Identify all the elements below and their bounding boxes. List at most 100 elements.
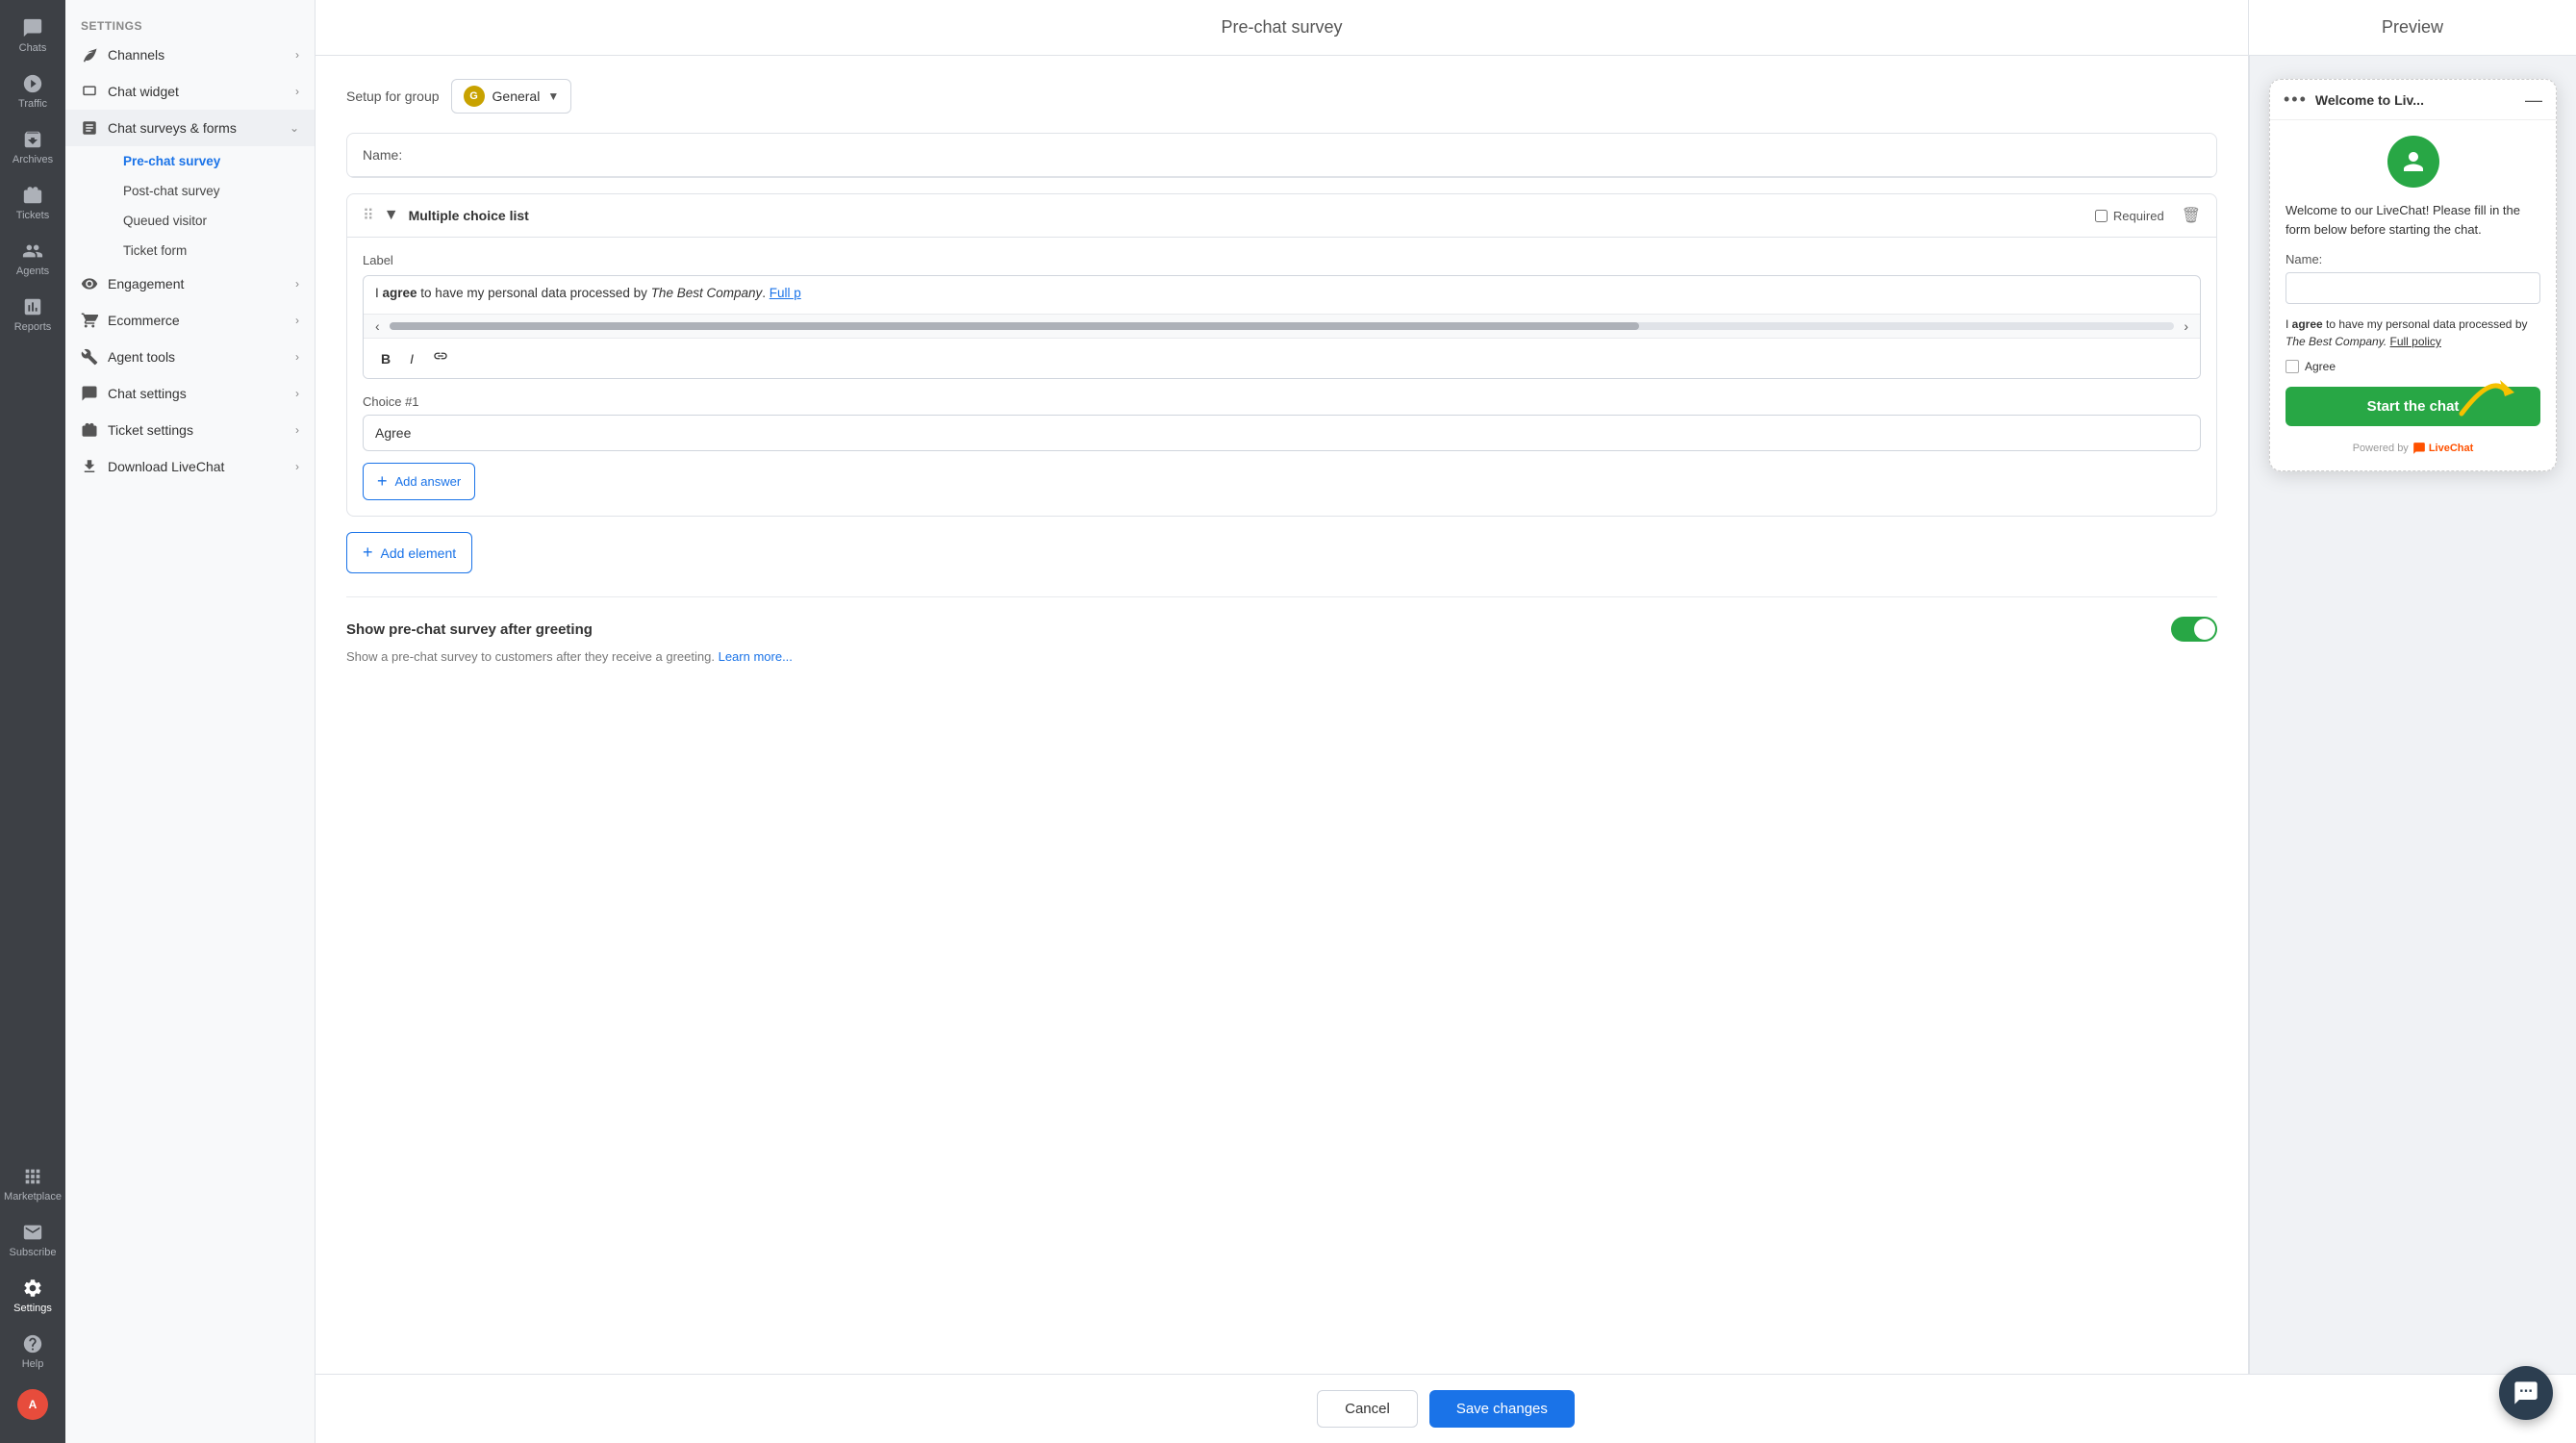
sidebar-item-subscribe[interactable]: Subscribe [0,1212,65,1268]
scroll-thumb [390,322,1639,330]
add-answer-button[interactable]: + Add answer [363,463,475,500]
link-button[interactable] [427,346,454,370]
chat-settings-label: Chat settings [108,386,187,401]
delete-icon[interactable]: 🗑 [2182,206,2201,225]
group-name: General [492,89,541,104]
mc-card-header: ⠿ ▼ Multiple choice list Required 🗑 [347,194,2216,238]
widget-title: Welcome to Liv... [2315,92,2517,108]
toggle-desc-text: Show a pre-chat survey to customers afte… [346,649,715,664]
cancel-button[interactable]: Cancel [1317,1390,1418,1428]
collapse-icon[interactable]: ▼ [384,207,399,224]
full-policy-link[interactable]: Full p [770,286,801,300]
chat-widget-preview: ••• Welcome to Liv... — Welcome to our L… [2269,79,2557,471]
fab-button[interactable] [2499,1366,2553,1420]
livechat-logo: LiveChat [2412,442,2473,455]
name-field: Name: [347,134,2216,177]
user-avatar[interactable]: A [0,1380,65,1435]
scroll-right-icon[interactable]: › [2180,318,2192,334]
survey-toggle-description: Show a pre-chat survey to customers afte… [346,649,2217,664]
content-area: Setup for group G General ▼ Name: ⠿ ▼ Mu… [316,56,2576,1374]
nav-label-help: Help [22,1358,44,1370]
add-element-button[interactable]: + Add element [346,532,472,573]
nav-label-subscribe: Subscribe [10,1247,57,1258]
avatar-circle [2387,136,2439,188]
powered-by-text: Powered by [2353,443,2409,454]
sidebar-item-settings[interactable]: Settings [0,1268,65,1324]
download-chevron: › [295,460,299,473]
chat-settings-chevron: › [295,387,299,400]
required-checkbox[interactable] [2095,210,2108,222]
learn-more-link[interactable]: Learn more... [719,649,793,664]
widget-name-input[interactable] [2286,272,2540,304]
editor-toolbar: B I [364,339,2200,378]
submenu-post-chat[interactable]: Post-chat survey [108,176,315,206]
preview-panel: ••• Welcome to Liv... — Welcome to our L… [2249,56,2576,1374]
editor-content[interactable]: I agree to have my personal data process… [364,276,2200,315]
left-navigation: Chats Traffic Archives Tickets Agents Re… [0,0,65,1443]
consent-link[interactable]: Full policy [2390,335,2441,348]
ticket-settings-label: Ticket settings [108,422,193,438]
sidebar-item-tickets[interactable]: Tickets [0,175,65,231]
nav-label-marketplace: Marketplace [4,1191,62,1202]
scroll-left-icon[interactable]: ‹ [371,318,384,334]
sidebar-item-ticket-settings[interactable]: Ticket settings › [65,412,315,448]
group-selector: Setup for group G General ▼ [346,79,2217,114]
nav-label-reports: Reports [14,321,52,333]
text-editor: I agree to have my personal data process… [363,275,2201,379]
submenu-ticket-form[interactable]: Ticket form [108,236,315,266]
sidebar-item-chat-surveys[interactable]: Chat surveys & forms ⌄ [65,110,315,146]
widget-dots-icon: ••• [2284,89,2308,110]
name-field-card: Name: [346,133,2217,178]
consent-company: The Best Company. [2286,335,2387,348]
required-label: Required [2113,209,2164,223]
nav-label-archives: Archives [13,154,53,165]
save-button[interactable]: Save changes [1429,1390,1575,1428]
sidebar-item-engagement[interactable]: Engagement › [65,266,315,302]
sidebar-item-ecommerce[interactable]: Ecommerce › [65,302,315,339]
sidebar-item-download[interactable]: Download LiveChat › [65,448,315,485]
choice-label: Choice #1 [363,394,2201,409]
sidebar-item-archives[interactable]: Archives [0,119,65,175]
ticket-settings-chevron: › [295,423,299,437]
survey-toggle[interactable] [2171,617,2217,642]
chat-surveys-label: Chat surveys & forms [108,120,237,136]
bold-button[interactable]: B [375,349,396,368]
sidebar-item-agent-tools[interactable]: Agent tools › [65,339,315,375]
widget-agree-label: Agree [2305,360,2336,373]
widget-agree-checkbox[interactable] [2286,360,2299,373]
italic-button[interactable]: I [404,349,419,368]
group-dropdown[interactable]: G General ▼ [451,79,572,114]
preview-section-title: Preview [2249,0,2576,55]
widget-greeting: Welcome to our LiveChat! Please fill in … [2286,201,2540,239]
submenu-pre-chat[interactable]: Pre-chat survey [108,146,315,176]
sidebar-item-help[interactable]: Help [0,1324,65,1380]
sidebar-item-channels[interactable]: Channels › [65,37,315,73]
widget-body: Welcome to our LiveChat! Please fill in … [2270,120,2556,470]
ecommerce-label: Ecommerce [108,313,180,328]
submenu-queued-visitor[interactable]: Queued visitor [108,206,315,236]
chat-widget-label: Chat widget [108,84,179,99]
sidebar-item-agents[interactable]: Agents [0,231,65,287]
sidebar-item-chat-settings[interactable]: Chat settings › [65,375,315,412]
choice-input[interactable] [363,415,2201,451]
chat-surveys-chevron: ⌄ [290,121,299,135]
settings-sidebar: Settings Channels › Chat widget › Chat s… [65,0,316,1443]
sidebar-item-chats[interactable]: Chats [0,8,65,63]
start-chat-button[interactable]: Start the chat [2286,387,2540,426]
engagement-chevron: › [295,277,299,291]
required-check: Required [2095,209,2164,223]
sidebar-item-reports[interactable]: Reports [0,287,65,342]
widget-name-label: Name: [2286,252,2540,266]
sidebar-item-chat-widget[interactable]: Chat widget › [65,73,315,110]
sidebar-item-traffic[interactable]: Traffic [0,63,65,119]
sidebar-item-marketplace[interactable]: Marketplace [0,1156,65,1212]
channels-label: Channels [108,47,164,63]
powered-by: Powered by LiveChat [2286,442,2540,455]
drag-handle-icon[interactable]: ⠿ [363,206,374,225]
scroll-track [390,322,2175,330]
minimize-icon[interactable]: — [2525,91,2542,109]
bold-agree-text: agree [383,286,417,300]
add-answer-plus-icon: + [377,471,388,492]
top-headers: Pre-chat survey Preview [316,0,2576,56]
chat-surveys-submenu: Pre-chat survey Post-chat survey Queued … [65,146,315,266]
